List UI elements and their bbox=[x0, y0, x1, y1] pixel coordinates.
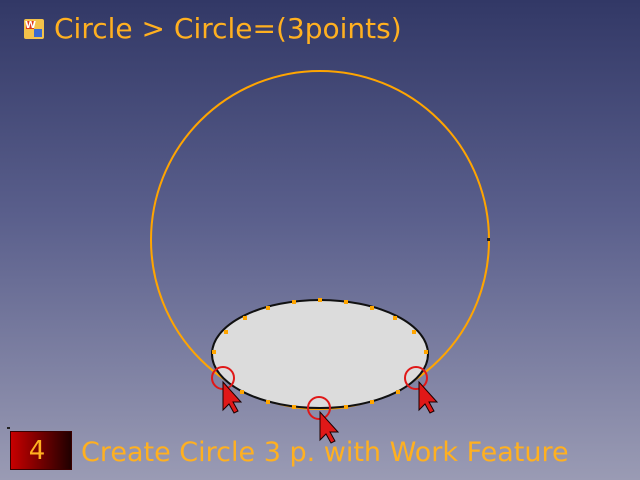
cursor-icon-right bbox=[418, 380, 439, 414]
3d-viewport[interactable] bbox=[0, 0, 640, 480]
step-caption: Create Circle 3 p. with Work Feature bbox=[81, 437, 569, 468]
circle-marker bbox=[487, 238, 490, 241]
corner-dot bbox=[7, 427, 10, 429]
step-number: 4 bbox=[28, 435, 46, 466]
step-badge: 4 bbox=[10, 431, 72, 470]
